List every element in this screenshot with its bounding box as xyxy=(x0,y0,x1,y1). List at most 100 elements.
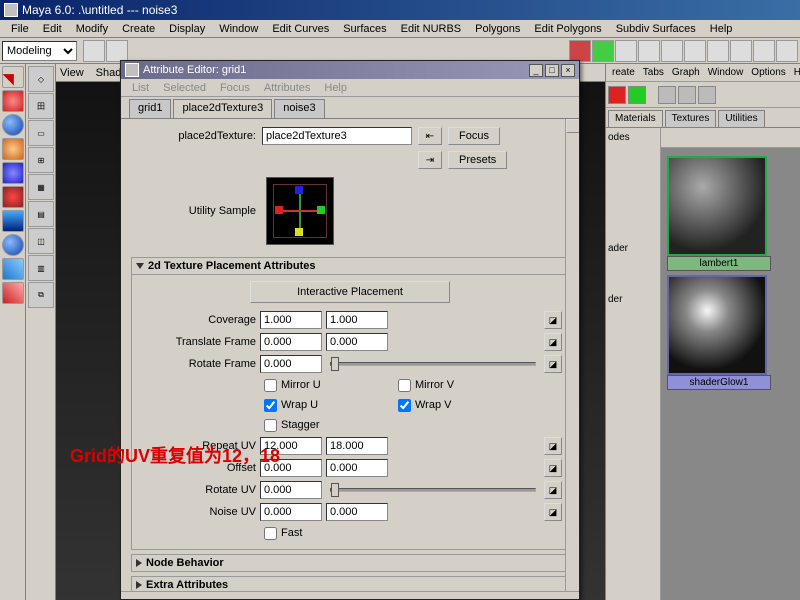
select-tool-icon[interactable] xyxy=(2,66,24,88)
mirror-v-checkbox[interactable] xyxy=(398,379,411,392)
coverage-v-field[interactable] xyxy=(326,311,388,329)
menu-window[interactable]: Window xyxy=(212,22,265,36)
rotate-uv-slider[interactable] xyxy=(330,488,536,492)
ae-menu-attributes[interactable]: Attributes xyxy=(257,82,317,94)
tab-utilities[interactable]: Utilities xyxy=(718,110,764,127)
noise-u-field[interactable] xyxy=(260,503,322,521)
fast-checkbox[interactable] xyxy=(264,527,277,540)
connect-icon[interactable]: ◪ xyxy=(544,503,562,521)
menu-editpolygons[interactable]: Edit Polygons xyxy=(527,22,608,36)
tool-icon[interactable] xyxy=(2,234,24,256)
ae-menu-help[interactable]: Help xyxy=(317,82,354,94)
node-name-field[interactable] xyxy=(262,127,412,145)
ae-menu-focus[interactable]: Focus xyxy=(213,82,257,94)
menu-editcurves[interactable]: Edit Curves xyxy=(265,22,336,36)
hs-menu[interactable]: Graph xyxy=(668,67,704,78)
shelf-icon[interactable] xyxy=(776,40,798,62)
hs-side-item[interactable]: ader xyxy=(608,243,658,254)
hs-menu[interactable]: Tabs xyxy=(639,67,668,78)
hs-icon[interactable] xyxy=(658,86,676,104)
hs-menu[interactable]: Options xyxy=(747,67,789,78)
connect-icon[interactable]: ◪ xyxy=(544,437,562,455)
view-menu-view[interactable]: View xyxy=(60,67,84,79)
mirror-u-checkbox[interactable] xyxy=(264,379,277,392)
move-tool-icon[interactable] xyxy=(2,114,24,136)
hs-icon[interactable] xyxy=(698,86,716,104)
presets-button[interactable]: Presets xyxy=(448,151,507,169)
menu-surfaces[interactable]: Surfaces xyxy=(336,22,393,36)
tool-icon[interactable] xyxy=(2,210,24,232)
menu-display[interactable]: Display xyxy=(162,22,212,36)
tab-materials[interactable]: Materials xyxy=(608,110,663,127)
scale-tool-icon[interactable] xyxy=(2,162,24,184)
shelf-icon[interactable] xyxy=(638,40,660,62)
layout-icon[interactable]: ◫ xyxy=(28,228,54,254)
layout-icon[interactable]: ▭ xyxy=(28,120,54,146)
connect-icon[interactable]: ◪ xyxy=(544,481,562,499)
ae-menu-list[interactable]: List xyxy=(125,82,156,94)
translate-u-field[interactable] xyxy=(260,333,322,351)
layout-icon[interactable]: ▤ xyxy=(28,201,54,227)
mode-selector[interactable]: Modeling xyxy=(2,41,77,61)
hs-side-item[interactable]: der xyxy=(608,294,658,305)
menu-help[interactable]: Help xyxy=(703,22,740,36)
ae-titlebar[interactable]: Attribute Editor: grid1 _ □ × xyxy=(121,61,579,79)
nav-up-button[interactable]: ⇤ xyxy=(418,127,442,145)
section-header[interactable]: 2d Texture Placement Attributes xyxy=(132,258,568,275)
hs-menu[interactable]: Window xyxy=(704,67,748,78)
maximize-icon[interactable]: □ xyxy=(545,64,559,77)
menu-file[interactable]: File xyxy=(4,22,36,36)
shelf-icon[interactable] xyxy=(753,40,775,62)
swatch-label[interactable]: shaderGlow1 xyxy=(667,375,771,390)
ae-scrollbar[interactable] xyxy=(565,119,579,599)
rotate-tool-icon[interactable] xyxy=(2,138,24,160)
wrap-u-checkbox[interactable] xyxy=(264,399,277,412)
shelf-icon[interactable] xyxy=(684,40,706,62)
menu-create[interactable]: Create xyxy=(115,22,162,36)
shelf-icon[interactable] xyxy=(106,40,128,62)
connect-icon[interactable]: ◪ xyxy=(544,333,562,351)
minimize-icon[interactable]: _ xyxy=(529,64,543,77)
shelf-icon[interactable] xyxy=(707,40,729,62)
repeat-v-field[interactable] xyxy=(326,437,388,455)
ae-tab-grid1[interactable]: grid1 xyxy=(129,99,171,118)
ae-tab-place2dtexture3[interactable]: place2dTexture3 xyxy=(173,99,272,118)
ae-menu-selected[interactable]: Selected xyxy=(156,82,213,94)
ae-tab-noise3[interactable]: noise3 xyxy=(274,99,324,118)
menu-subdiv[interactable]: Subdiv Surfaces xyxy=(609,22,703,36)
layout-icon[interactable]: ▥ xyxy=(28,255,54,281)
utility-sample-swatch[interactable] xyxy=(266,177,334,245)
hs-menu[interactable]: He xyxy=(790,67,800,78)
nav-down-button[interactable]: ⇥ xyxy=(418,151,442,169)
connect-icon[interactable]: ◪ xyxy=(544,459,562,477)
shelf-icon[interactable] xyxy=(615,40,637,62)
hs-side-item[interactable]: odes xyxy=(608,132,658,143)
wrap-v-checkbox[interactable] xyxy=(398,399,411,412)
hs-icon[interactable] xyxy=(678,86,696,104)
layout-icon[interactable]: ▦ xyxy=(28,174,54,200)
menu-editnurbs[interactable]: Edit NURBS xyxy=(394,22,469,36)
layout-icon[interactable]: ⊞ xyxy=(28,147,54,173)
menu-polygons[interactable]: Polygons xyxy=(468,22,527,36)
manip-tool-icon[interactable] xyxy=(2,186,24,208)
hs-icon[interactable] xyxy=(628,86,646,104)
scroll-up-icon[interactable] xyxy=(566,119,579,133)
rotate-uv-field[interactable] xyxy=(260,481,322,499)
translate-v-field[interactable] xyxy=(326,333,388,351)
hs-icon[interactable] xyxy=(608,86,626,104)
lasso-tool-icon[interactable] xyxy=(2,90,24,112)
tool-icon[interactable] xyxy=(2,258,24,280)
offset-v-field[interactable] xyxy=(326,459,388,477)
shelf-icon[interactable] xyxy=(661,40,683,62)
connect-icon[interactable]: ◪ xyxy=(544,355,562,373)
swatch-label[interactable]: lambert1 xyxy=(667,256,771,271)
section-header[interactable]: Node Behavior xyxy=(132,555,568,571)
shelf-icon[interactable] xyxy=(83,40,105,62)
rotate-frame-slider[interactable] xyxy=(330,362,536,366)
interactive-placement-button[interactable]: Interactive Placement xyxy=(250,281,450,303)
connect-icon[interactable]: ◪ xyxy=(544,311,562,329)
shelf-icon[interactable] xyxy=(730,40,752,62)
menu-modify[interactable]: Modify xyxy=(69,22,115,36)
close-icon[interactable]: × xyxy=(561,64,575,77)
focus-button[interactable]: Focus xyxy=(448,127,500,145)
